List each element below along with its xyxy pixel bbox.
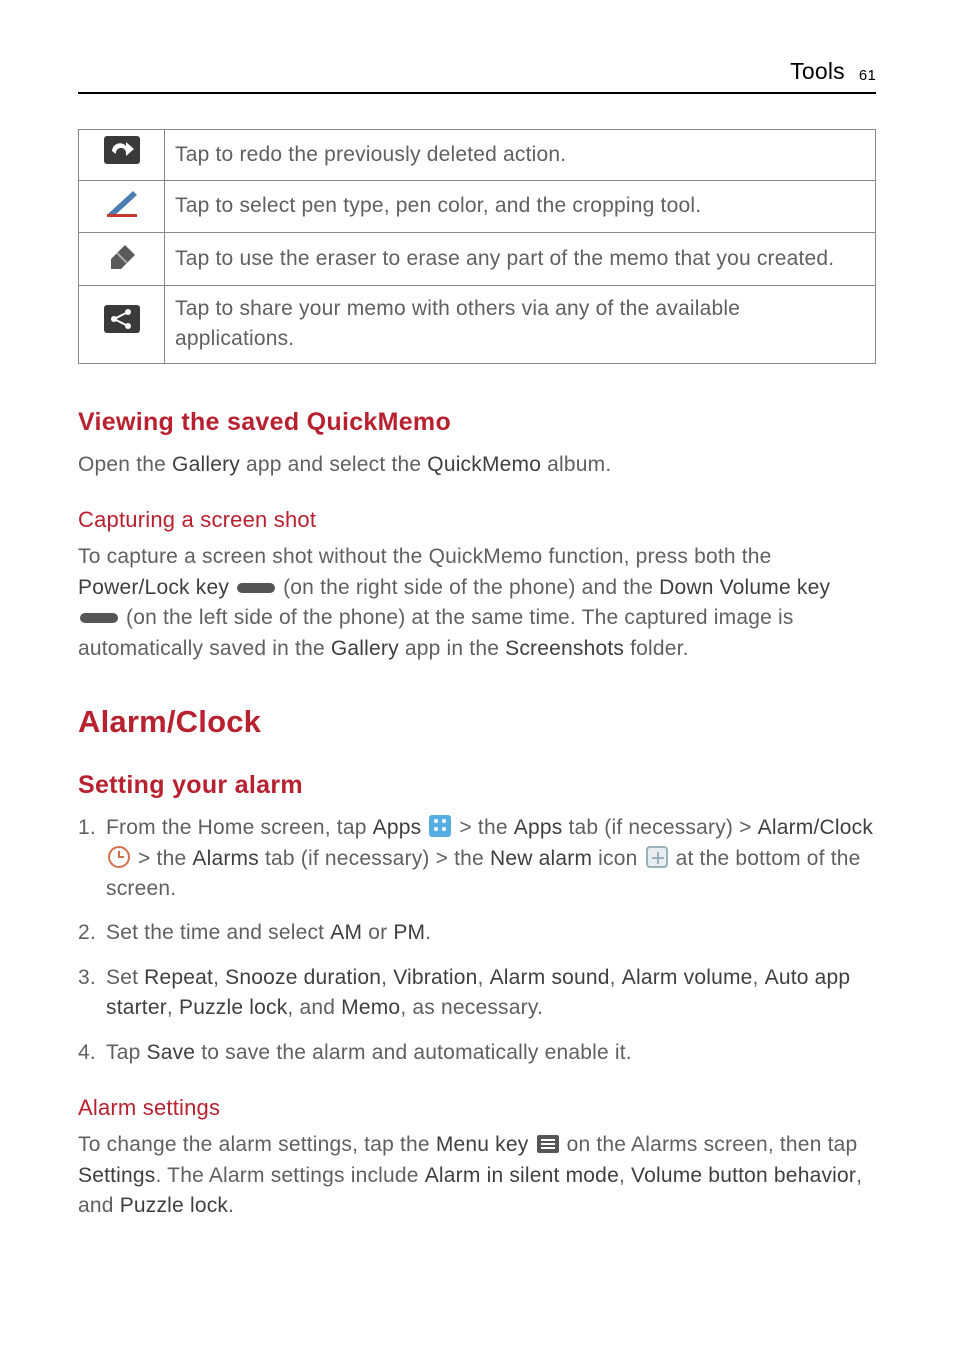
heading-alarm-clock: Alarm/Clock — [78, 700, 876, 745]
page-number: 61 — [859, 67, 876, 84]
menu-icon — [537, 1135, 559, 1153]
table-row: Tap to share your memo with others via a… — [79, 285, 876, 363]
apps-icon — [429, 815, 451, 837]
clock-icon — [108, 846, 130, 868]
heading-capturing-screen-shot: Capturing a screen shot — [78, 504, 876, 536]
eraser-icon — [105, 239, 139, 269]
share-icon — [104, 305, 140, 333]
list-item: From the Home screen, tap Apps > the App… — [78, 813, 876, 904]
row-desc: Tap to redo the previously deleted actio… — [165, 130, 876, 180]
heading-alarm-settings: Alarm settings — [78, 1092, 876, 1124]
table-row: Tap to select pen type, pen color, and t… — [79, 180, 876, 232]
volume-key-icon — [80, 613, 118, 623]
table-row: Tap to redo the previously deleted actio… — [79, 130, 876, 180]
body-text: To change the alarm settings, tap the Me… — [78, 1130, 876, 1221]
power-key-icon — [237, 583, 275, 593]
row-desc: Tap to share your memo with others via a… — [165, 285, 876, 363]
heading-setting-your-alarm: Setting your alarm — [78, 767, 876, 803]
list-item: Set the time and select AM or PM. — [78, 918, 876, 948]
redo-icon — [104, 136, 140, 164]
body-text: Open the Gallery app and select the Quic… — [78, 450, 876, 480]
icon-action-table: Tap to redo the previously deleted actio… — [78, 129, 876, 363]
pen-icon — [105, 187, 139, 217]
list-item: Set Repeat, Snooze duration, Vibration, … — [78, 963, 876, 1024]
page-header: Tools 61 — [78, 55, 876, 94]
plus-icon — [646, 846, 668, 868]
row-desc: Tap to select pen type, pen color, and t… — [165, 180, 876, 232]
table-row: Tap to use the eraser to erase any part … — [79, 233, 876, 285]
row-desc: Tap to use the eraser to erase any part … — [165, 233, 876, 285]
body-text: To capture a screen shot without the Qui… — [78, 542, 876, 664]
heading-viewing-quickmemo: Viewing the saved QuickMemo — [78, 404, 876, 440]
section-title: Tools — [790, 55, 845, 88]
list-item: Tap Save to save the alarm and automatic… — [78, 1038, 876, 1068]
steps-list: From the Home screen, tap Apps > the App… — [78, 813, 876, 1068]
